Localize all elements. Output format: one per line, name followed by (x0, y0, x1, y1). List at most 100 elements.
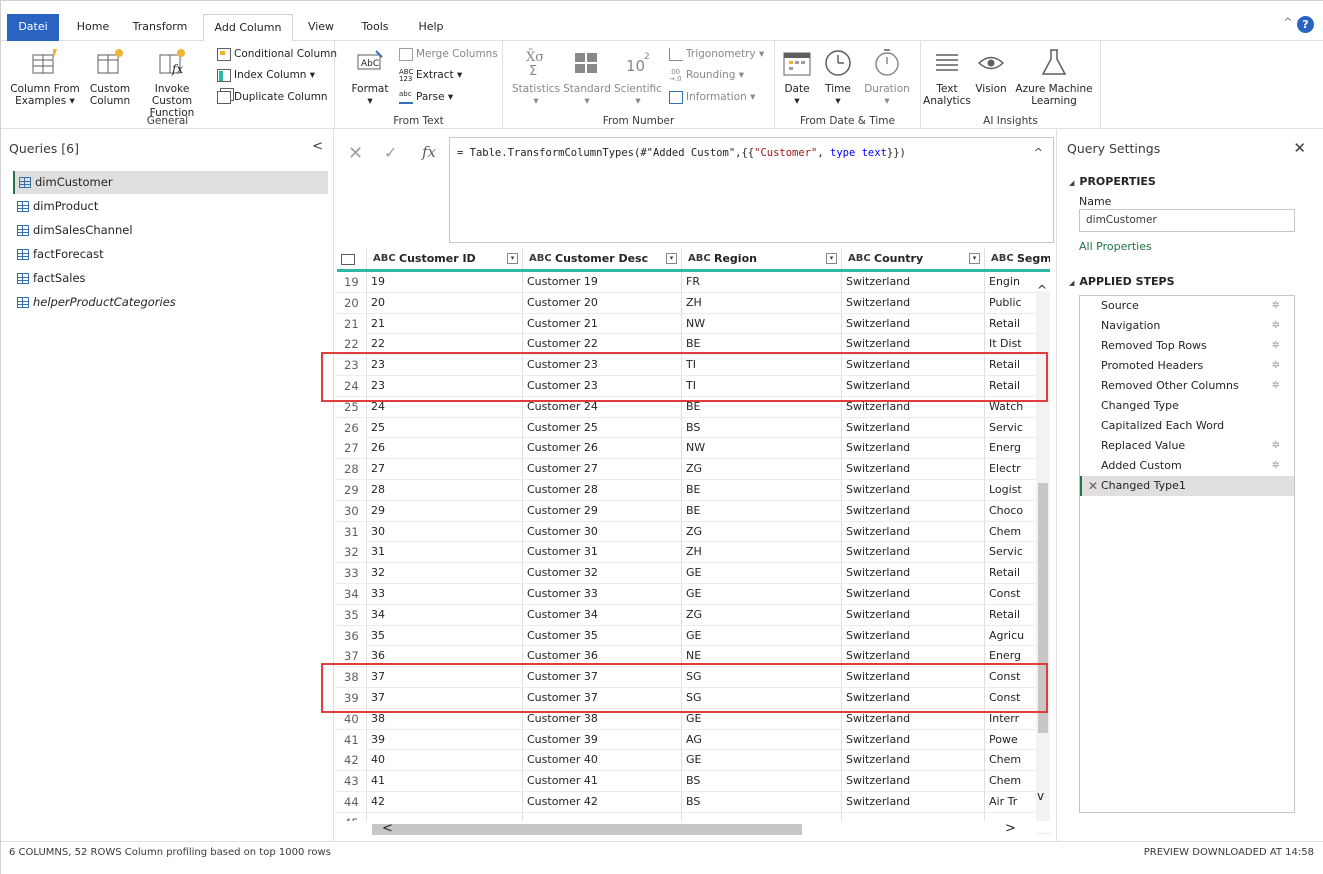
cancel-formula-icon[interactable]: ✕ (348, 143, 363, 164)
table-cell[interactable]: Customer 26 (523, 438, 682, 459)
table-row[interactable]: 33 32 Customer 32 GE Switzerland Retail (337, 563, 1050, 584)
column-header[interactable]: ABC Country ▾ (842, 248, 985, 269)
scroll-up-icon[interactable]: ^ (1037, 283, 1047, 297)
table-menu-button[interactable] (337, 248, 367, 269)
table-cell[interactable]: 30 (367, 521, 523, 542)
table-cell[interactable]: Customer 39 (523, 729, 682, 750)
table-cell[interactable]: GE (682, 750, 842, 771)
collapse-queries-icon[interactable]: < (312, 139, 323, 154)
table-cell[interactable]: 39 (367, 729, 523, 750)
table-cell[interactable]: ZG (682, 604, 842, 625)
table-cell[interactable]: Customer 29 (523, 500, 682, 521)
applied-step[interactable]: Added Custom ✲ (1080, 456, 1294, 476)
format-button[interactable]: AbC Format ▾ (349, 47, 391, 107)
scroll-down-icon[interactable]: v (1037, 789, 1044, 803)
text-type-icon[interactable]: ABC (688, 248, 711, 269)
applied-step[interactable]: Removed Other Columns ✲ (1080, 376, 1294, 396)
vision-button[interactable]: Vision (973, 47, 1009, 95)
scroll-left-icon[interactable]: < (382, 821, 393, 836)
table-cell[interactable]: BS (682, 792, 842, 812)
fx-icon[interactable]: fx (422, 143, 436, 161)
table-cell[interactable]: Switzerland (842, 771, 985, 792)
tab-view[interactable]: View (299, 14, 343, 42)
gear-icon[interactable]: ✲ (1272, 336, 1280, 356)
column-filter-dropdown-icon[interactable]: ▾ (826, 253, 837, 264)
query-item-dimcustomer[interactable]: dimCustomer (13, 171, 328, 194)
table-cell[interactable]: Switzerland (842, 563, 985, 584)
column-filter-dropdown-icon[interactable]: ▾ (969, 253, 980, 264)
statistics-button[interactable]: X̄σ Σ Statistics ▾ (511, 47, 561, 107)
table-cell[interactable]: ZG (682, 459, 842, 480)
table-row[interactable]: 43 41 Customer 41 BS Switzerland Chem (337, 771, 1050, 792)
formula-input[interactable]: = Table.TransformColumnTypes(#"Added Cus… (449, 137, 1054, 243)
duplicate-column-button[interactable]: Duplicate Column (217, 87, 328, 107)
table-row[interactable]: 30 29 Customer 29 BE Switzerland Choco (337, 500, 1050, 522)
table-cell[interactable]: 25 (367, 417, 523, 438)
table-cell[interactable]: Customer 28 (523, 480, 682, 500)
table-cell[interactable]: Switzerland (842, 292, 985, 313)
close-icon[interactable]: ✕ (1293, 139, 1306, 157)
table-cell[interactable]: ZH (682, 292, 842, 313)
table-cell[interactable]: 32 (367, 563, 523, 584)
query-name-input[interactable]: dimCustomer (1079, 209, 1295, 232)
table-cell[interactable]: Switzerland (842, 480, 985, 500)
table-cell[interactable]: Switzerland (842, 604, 985, 625)
table-cell[interactable]: Switzerland (842, 521, 985, 542)
table-cell[interactable]: Customer 40 (523, 750, 682, 771)
table-cell[interactable]: Customer 25 (523, 417, 682, 438)
table-cell[interactable]: Switzerland (842, 272, 985, 292)
table-cell[interactable]: 28 (367, 480, 523, 500)
table-row[interactable]: 42 40 Customer 40 GE Switzerland Chem (337, 750, 1050, 772)
table-cell[interactable]: BS (682, 771, 842, 792)
table-cell[interactable]: NW (682, 438, 842, 459)
table-cell[interactable]: Switzerland (842, 417, 985, 438)
horizontal-scrollbar[interactable]: < > (337, 821, 1036, 837)
gear-icon[interactable]: ✲ (1272, 456, 1280, 476)
table-cell[interactable]: Customer 42 (523, 792, 682, 812)
text-type-icon[interactable]: ABC (848, 248, 871, 269)
parse-button[interactable]: abc Parse ▾ (399, 87, 453, 107)
query-item-dimsaleschannel[interactable]: dimSalesChannel (13, 219, 328, 242)
text-type-icon[interactable]: ABC (529, 248, 552, 269)
column-header[interactable]: ABC Region ▾ (682, 248, 842, 269)
table-cell[interactable]: Switzerland (842, 459, 985, 480)
horizontal-scroll-thumb[interactable] (372, 824, 802, 835)
azure-machine-learning-button[interactable]: Azure Machine Learning (1011, 47, 1097, 107)
table-cell[interactable]: 20 (367, 292, 523, 313)
table-cell[interactable]: Switzerland (842, 625, 985, 646)
column-header[interactable]: ABC Customer Desc ▾ (523, 248, 682, 269)
tab-home[interactable]: Home (71, 14, 115, 42)
table-cell[interactable]: GE (682, 584, 842, 604)
column-header[interactable]: ABC Segm (985, 248, 1050, 269)
table-cell[interactable]: 26 (367, 438, 523, 459)
query-item-factsales[interactable]: factSales (13, 267, 328, 290)
scroll-right-icon[interactable]: > (1005, 821, 1016, 836)
table-cell[interactable]: 19 (367, 272, 523, 292)
table-cell[interactable]: Switzerland (842, 438, 985, 459)
gear-icon[interactable]: ✲ (1272, 356, 1280, 376)
query-item-factforecast[interactable]: factForecast (13, 243, 328, 266)
applied-step[interactable]: Changed Type (1080, 396, 1294, 416)
table-cell[interactable]: Customer 34 (523, 604, 682, 625)
text-type-icon[interactable]: ABC (991, 248, 1014, 269)
help-icon[interactable]: ? (1297, 16, 1314, 33)
applied-step[interactable]: Source ✲ (1080, 296, 1294, 316)
table-cell[interactable]: 29 (367, 500, 523, 521)
table-cell[interactable]: 34 (367, 604, 523, 625)
table-cell[interactable]: Customer 21 (523, 313, 682, 334)
table-cell[interactable]: Switzerland (842, 500, 985, 521)
table-row[interactable]: 31 30 Customer 30 ZG Switzerland Chem (337, 521, 1050, 543)
table-cell[interactable]: Switzerland (842, 792, 985, 812)
table-cell[interactable]: NW (682, 313, 842, 334)
confirm-formula-icon[interactable]: ✓ (384, 143, 397, 162)
table-cell[interactable]: 27 (367, 459, 523, 480)
index-column-button[interactable]: Index Column ▾ (217, 65, 315, 85)
table-cell[interactable]: Switzerland (842, 750, 985, 771)
merge-columns-button[interactable]: Merge Columns (399, 44, 498, 64)
tab-help[interactable]: Help (411, 14, 451, 42)
table-row[interactable]: 34 33 Customer 33 GE Switzerland Const (337, 584, 1050, 605)
table-cell[interactable]: 31 (367, 542, 523, 563)
column-filter-dropdown-icon[interactable]: ▾ (507, 253, 518, 264)
table-cell[interactable]: Switzerland (842, 313, 985, 334)
text-type-icon[interactable]: ABC (373, 248, 396, 269)
